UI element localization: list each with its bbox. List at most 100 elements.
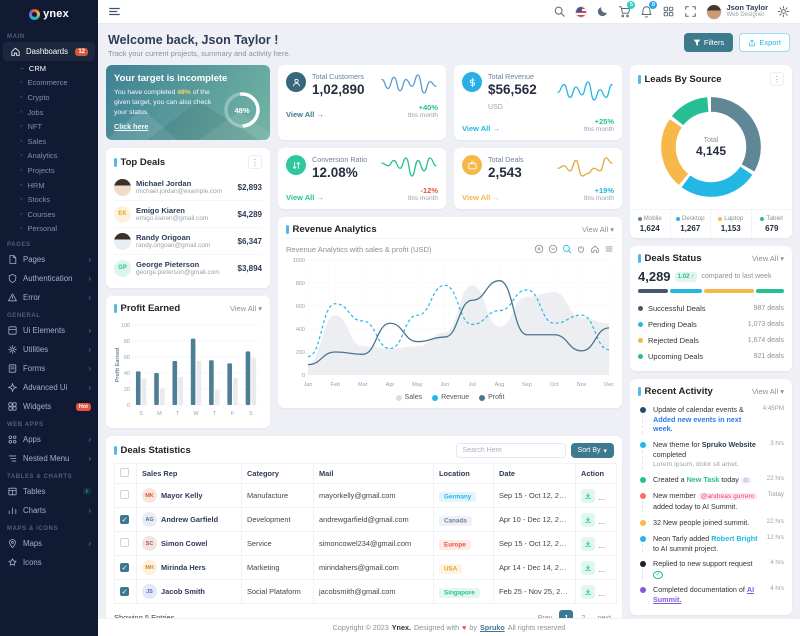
filters-button[interactable]: Filters — [684, 33, 733, 52]
sidebar-item-label: Utilities — [23, 345, 48, 354]
download-action-button[interactable] — [581, 513, 595, 527]
brand-logo[interactable]: ynex — [0, 0, 98, 28]
download-action-button[interactable] — [581, 561, 595, 575]
row-checkbox[interactable]: ✓ — [120, 563, 129, 572]
sidebar-item-icons[interactable]: Icons — [0, 553, 98, 572]
menu-toggle-icon[interactable] — [108, 5, 121, 18]
sidebar-item-tables[interactable]: Tables› — [0, 482, 98, 501]
sidebar-item-apps[interactable]: Apps› — [0, 430, 98, 449]
top-deal-row[interactable]: Michael Jordanmichael.jordan@example.com… — [114, 174, 262, 200]
zoom-out-icon[interactable] — [548, 244, 558, 254]
sidebar-subitem-sales[interactable]: ◦Sales — [0, 134, 98, 149]
row-checkbox[interactable]: ✓ — [120, 587, 129, 596]
sidebar-subitem-jobs[interactable]: ◦Jobs — [0, 105, 98, 120]
sort-by-button[interactable]: Sort By ▾ — [571, 443, 614, 458]
legend-dot — [718, 217, 722, 221]
sidebar-item-error[interactable]: Error› — [0, 288, 98, 307]
view-all-link[interactable]: View All → — [462, 124, 500, 133]
sidebar-item-pages[interactable]: Pages› — [0, 250, 98, 269]
sidebar-subitem-personal[interactable]: ◦Personal — [0, 222, 98, 237]
notifications-bell-icon[interactable]: 0 — [640, 5, 653, 18]
sidebar-item-maps[interactable]: Maps› — [0, 534, 98, 553]
leads-by-source-card: Leads By Source ⋮ Total 4,145 Mobile1,62… — [630, 65, 792, 238]
sidebar-subitem-courses[interactable]: ◦Courses — [0, 207, 98, 222]
top-deal-row[interactable]: Randy Origoanrandy.origoan@gmail.com$6,3… — [114, 227, 262, 254]
revenue-view-all-dropdown[interactable]: View All ▾ — [582, 225, 614, 234]
location-badge: Singapore — [439, 588, 480, 598]
export-button[interactable]: Export — [739, 33, 790, 52]
select-all-checkbox[interactable] — [120, 468, 129, 477]
sidebar-item-forms[interactable]: Forms› — [0, 359, 98, 378]
view-all-link[interactable]: View All → — [286, 110, 324, 119]
deals-statistics-title: Deals Statistics — [114, 445, 191, 456]
sidebar-subitem-label: Ecommerce — [27, 78, 67, 87]
zoom-in-icon[interactable] — [534, 244, 544, 254]
sidebar-subitem-projects[interactable]: ◦Projects — [0, 163, 98, 178]
deals-status-view-all-dropdown[interactable]: View All ▾ — [752, 254, 784, 263]
svg-text:60: 60 — [124, 355, 130, 361]
leads-kebab-icon[interactable]: ⋮ — [770, 72, 784, 86]
top-deals-kebab-icon[interactable]: ⋮ — [248, 155, 262, 169]
download-action-button[interactable] — [581, 585, 595, 599]
status-dot — [638, 306, 643, 311]
sidebar-subitem-nft[interactable]: ◦NFT — [0, 119, 98, 134]
search-icon[interactable] — [553, 5, 566, 18]
top-deal-row[interactable]: GPGeorge Pietersongeorge.pieterson@gmail… — [114, 254, 262, 281]
sidebar-subitem-stocks[interactable]: ◦Stocks — [0, 192, 98, 207]
download-action-button[interactable] — [581, 489, 595, 503]
panning-icon[interactable] — [576, 244, 586, 254]
sidebar-item-utilities[interactable]: Utilities› — [0, 340, 98, 359]
sidebar-subitem-analytics[interactable]: ◦Analytics — [0, 149, 98, 164]
status-dot — [638, 354, 643, 359]
sidebar-item-authentication[interactable]: Authentication› — [0, 269, 98, 288]
selection-zoom-icon[interactable] — [562, 244, 572, 254]
cart-icon[interactable]: 5 — [618, 5, 631, 18]
profit-view-all-dropdown[interactable]: View All ▾ — [230, 304, 262, 313]
legend-item-sales[interactable]: Sales — [396, 394, 423, 401]
sidebar-subitem-crm[interactable]: –CRM — [0, 61, 98, 76]
sidebar-item-ui-elements[interactable]: Ui Elements› — [0, 321, 98, 340]
cell-date: Sep 15 - Oct 12, 2023 — [494, 484, 576, 508]
status-bar-segment — [756, 289, 784, 293]
sidebar-item-charts[interactable]: Charts› — [0, 501, 98, 520]
sidebar-subitem-hrm[interactable]: ◦HRM — [0, 178, 98, 193]
view-all-link[interactable]: View All → — [462, 193, 500, 202]
stat-value: 12.08% — [312, 165, 367, 180]
reset-home-icon[interactable] — [590, 244, 600, 254]
apps-grid-icon[interactable] — [662, 5, 675, 18]
download-action-button[interactable] — [581, 537, 595, 551]
legend-item-profit[interactable]: Profit — [479, 394, 504, 401]
user-profile[interactable]: Json Taylor Web Designer — [706, 4, 768, 20]
row-checkbox[interactable] — [120, 490, 129, 499]
language-flag-icon[interactable] — [575, 6, 587, 18]
legend-item-revenue[interactable]: Revenue — [432, 394, 469, 401]
view-all-link[interactable]: View All → — [286, 193, 324, 202]
legend-label: Sales — [405, 394, 423, 401]
top-deal-row[interactable]: EKEmigo Kiarenemigo.kiaren@gmail.com$4,2… — [114, 200, 262, 227]
revenue-analytics-card: Revenue Analytics View All ▾ Revenue Ana… — [278, 217, 622, 408]
chart-menu-icon[interactable] — [604, 244, 614, 254]
fullscreen-icon[interactable] — [684, 5, 697, 18]
stat-label: Total Deals — [488, 155, 524, 164]
settings-gear-icon[interactable] — [777, 5, 790, 18]
bullet-icon: ◦ — [20, 211, 22, 218]
dark-mode-icon[interactable] — [596, 5, 609, 18]
sidebar-item-nested-menu[interactable]: Nested Menu› — [0, 449, 98, 468]
sidebar-subitem-ecommerce[interactable]: ◦Ecommerce — [0, 76, 98, 91]
sidebar-subitem-crypto[interactable]: ◦Crypto — [0, 90, 98, 105]
spruko-link[interactable]: Spruko — [480, 623, 505, 632]
target-click-here-link[interactable]: Click here — [114, 122, 148, 132]
sidebar-item-label: Apps — [23, 435, 41, 444]
row-checkbox[interactable]: ✓ — [120, 515, 129, 524]
sidebar-item-widgets[interactable]: WidgetsHot — [0, 397, 98, 416]
legend-dot — [432, 395, 438, 401]
users-stat-icon — [286, 72, 306, 92]
revenue-subtitle: Revenue Analytics with sales & profit (U… — [286, 245, 431, 254]
sidebar-item-dashboards[interactable]: Dashboards12 — [3, 42, 95, 61]
search-input[interactable] — [456, 443, 566, 458]
sidebar-item-advanced-ui[interactable]: Advanced Ui› — [0, 378, 98, 397]
deal-name: Emigo Kiaren — [136, 206, 208, 215]
activity-view-all-dropdown[interactable]: View All ▾ — [752, 387, 784, 396]
stat-value: 1,02,890 — [312, 82, 365, 97]
row-checkbox[interactable] — [120, 538, 129, 547]
